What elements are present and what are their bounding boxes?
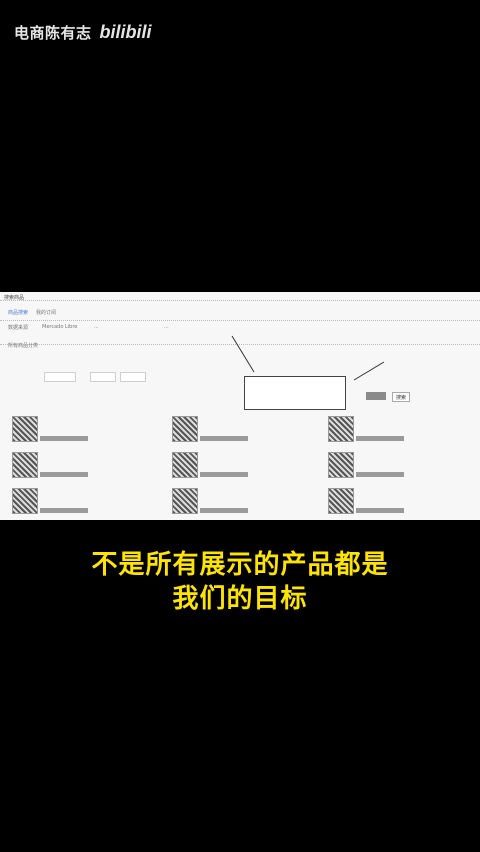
product-action-bar[interactable] [40, 472, 88, 477]
product-action-bar[interactable] [200, 436, 248, 441]
product-action-bar[interactable] [40, 508, 88, 513]
product-card[interactable] [328, 416, 478, 446]
product-card[interactable] [328, 452, 478, 482]
product-card[interactable] [328, 488, 478, 518]
subtitle-line-2: 我们的目标 [172, 584, 308, 614]
product-card[interactable] [172, 452, 322, 482]
product-thumbnail [12, 488, 38, 514]
product-action-bar[interactable] [200, 508, 248, 513]
subtitle-line-1: 不是所有展示的产品都是 [91, 550, 389, 580]
product-action-bar[interactable] [356, 472, 404, 477]
product-thumbnail [328, 488, 354, 514]
product-action-bar[interactable] [40, 436, 88, 441]
product-thumbnail [328, 416, 354, 442]
product-thumbnail [328, 452, 354, 478]
product-action-bar[interactable] [356, 436, 404, 441]
product-card[interactable] [12, 416, 162, 446]
search-button[interactable]: 搜索 [392, 392, 410, 402]
product-card[interactable] [172, 488, 322, 518]
product-thumbnail [172, 452, 198, 478]
product-action-bar[interactable] [200, 472, 248, 477]
product-thumbnail [172, 488, 198, 514]
product-thumbnail [12, 452, 38, 478]
product-action-bar[interactable] [356, 508, 404, 513]
product-card[interactable] [172, 416, 322, 446]
dropdown-button[interactable] [366, 392, 386, 400]
product-card[interactable] [12, 488, 162, 518]
product-card[interactable] [12, 452, 162, 482]
product-thumbnail [172, 416, 198, 442]
product-thumbnail [12, 416, 38, 442]
